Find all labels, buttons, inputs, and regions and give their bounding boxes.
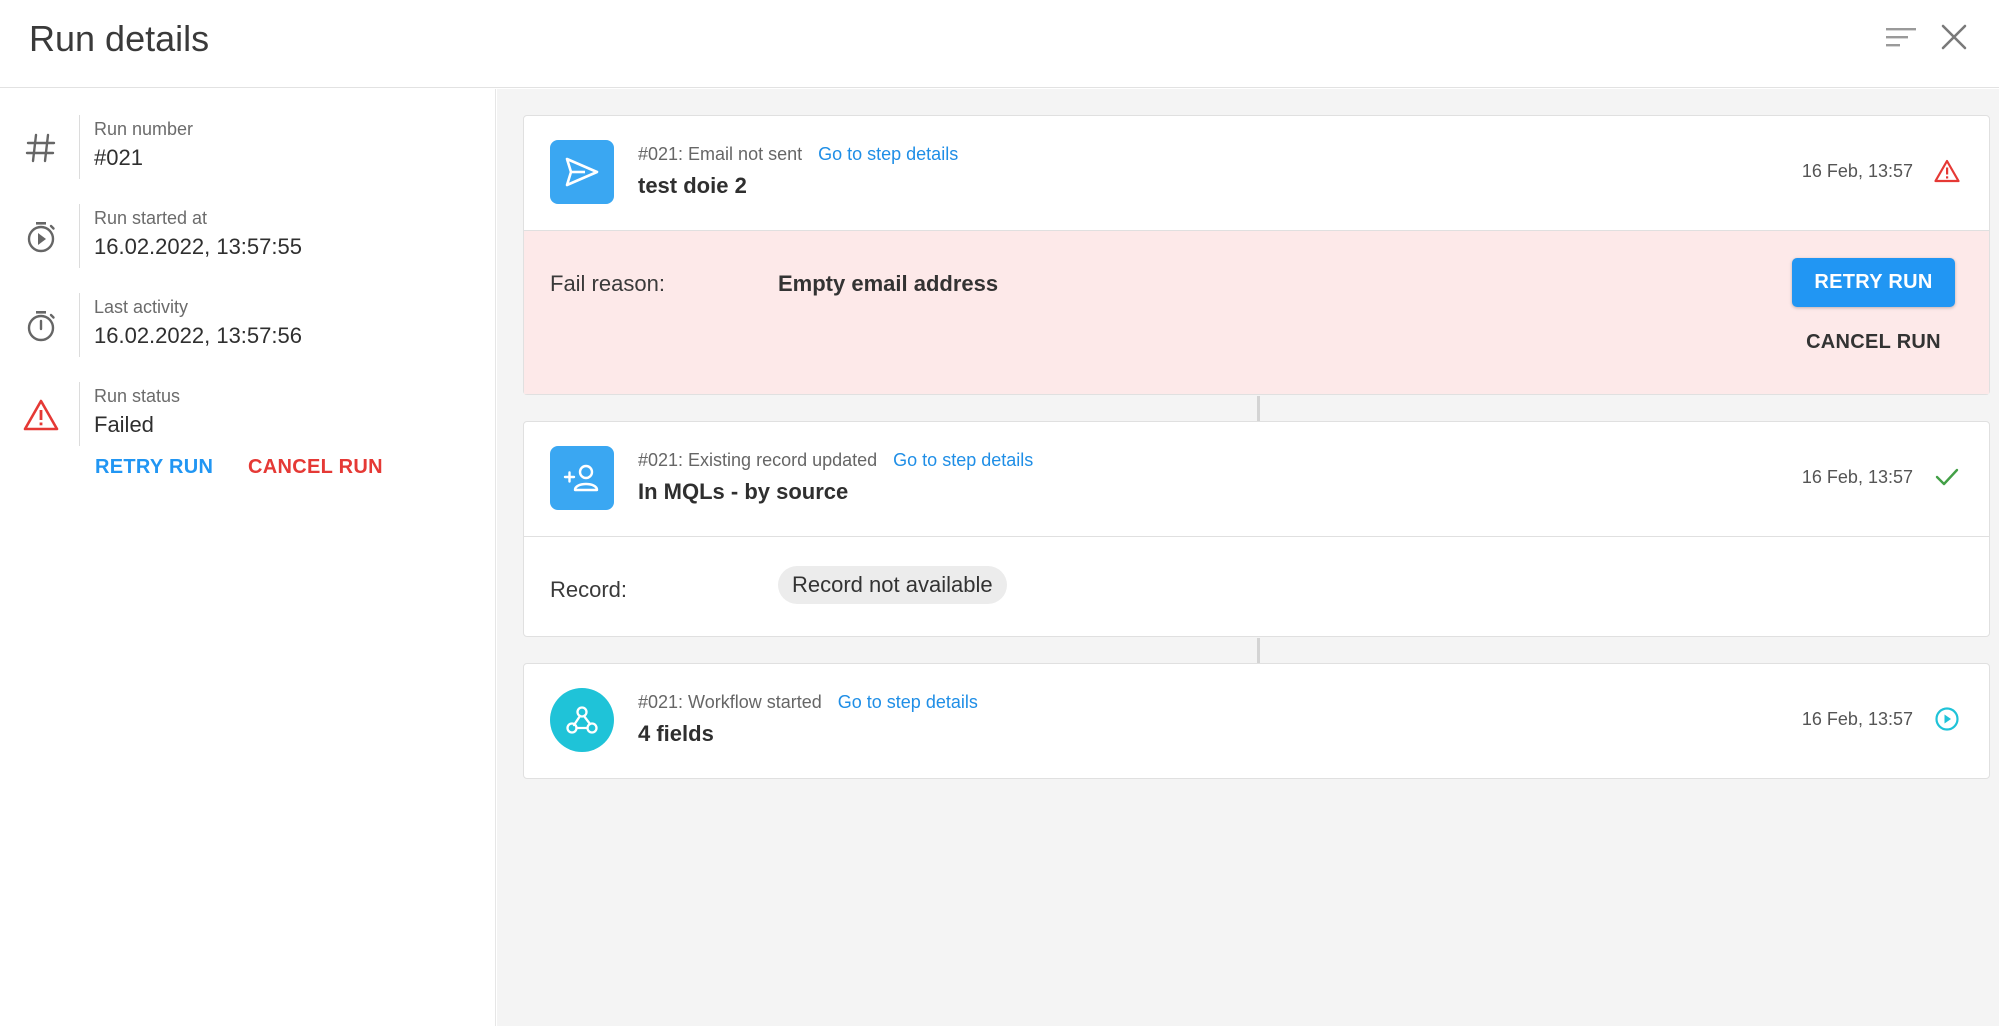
fail-reason-value: Empty email address: [778, 271, 999, 296]
separator: [79, 293, 80, 357]
run-info-panel: Run number #021 Run started at 16.02.202…: [0, 89, 496, 1026]
step-card-record-updated: #021: Existing record updated Go to step …: [523, 421, 1990, 637]
step-card-email: #021: Email not sent Go to step details t…: [523, 115, 1990, 395]
record-panel: Record: Record not available: [524, 537, 1989, 637]
step-time: 16 Feb, 13:57: [1801, 709, 1913, 729]
step-name: test doie 2: [638, 173, 747, 198]
timeline-connector: [1257, 638, 1260, 663]
fail-reason-panel: Fail reason: Empty email address RETRY R…: [524, 231, 1989, 394]
run-status-row: Run status Failed: [0, 382, 496, 448]
run-status-value: Failed: [94, 412, 154, 437]
step-subtitle: #021: Workflow started Go to step details: [638, 692, 978, 713]
record-label: Record:: [550, 577, 628, 602]
fail-reason-label: Fail reason:: [550, 271, 665, 296]
timer-play-icon: [22, 218, 60, 256]
last-activity-value: 16.02.2022, 13:57:56: [94, 323, 302, 348]
steps-timeline: #021: Email not sent Go to step details t…: [497, 89, 1999, 1026]
filter-button[interactable]: [1884, 22, 1920, 54]
step-header: #021: Existing record updated Go to step …: [524, 422, 1989, 536]
hash-icon: [22, 129, 60, 167]
go-to-step-details-link[interactable]: Go to step details: [838, 692, 978, 712]
timer-icon: [22, 307, 60, 345]
run-started-row: Run started at 16.02.2022, 13:57:55: [0, 204, 496, 270]
run-number-row: Run number #021: [0, 115, 496, 181]
step-card-workflow-started: #021: Workflow started Go to step details…: [523, 663, 1990, 779]
go-to-step-details-link[interactable]: Go to step details: [818, 144, 958, 164]
page-title: Run details: [29, 18, 210, 59]
person-add-icon: [550, 446, 614, 510]
timeline-connector: [1257, 396, 1260, 421]
webhook-icon: [550, 688, 614, 752]
step-name: In MQLs - by source: [638, 479, 849, 504]
run-status-label: Run status: [94, 386, 181, 406]
run-number-value: #021: [94, 145, 143, 170]
step-time: 16 Feb, 13:57: [1801, 467, 1913, 487]
play-circle-icon: [1933, 705, 1961, 733]
send-icon: [550, 140, 614, 204]
close-icon: [1941, 24, 1967, 50]
separator: [79, 382, 80, 446]
run-started-value: 16.02.2022, 13:57:55: [94, 234, 302, 259]
step-subtitle: #021: Email not sent Go to step details: [638, 144, 958, 165]
step-subtitle-text: #021: Workflow started: [638, 692, 822, 712]
cancel-run-link[interactable]: CANCEL RUN: [248, 456, 383, 479]
step-header: #021: Workflow started Go to step details…: [524, 664, 1989, 778]
panel-header: Run details: [0, 0, 1999, 88]
step-name: 4 fields: [638, 721, 714, 746]
step-subtitle-text: #021: Email not sent: [638, 144, 803, 164]
run-started-label: Run started at: [94, 208, 208, 228]
retry-run-button[interactable]: RETRY RUN: [1792, 258, 1955, 307]
step-header: #021: Email not sent Go to step details t…: [524, 116, 1989, 230]
separator: [79, 204, 80, 268]
close-button[interactable]: [1938, 20, 1970, 54]
warning-icon: [22, 396, 60, 434]
go-to-step-details-link[interactable]: Go to step details: [893, 450, 1033, 470]
step-subtitle-text: #021: Existing record updated: [638, 450, 878, 470]
separator: [79, 115, 80, 179]
last-activity-label: Last activity: [94, 297, 189, 317]
step-time: 16 Feb, 13:57: [1801, 161, 1913, 181]
step-subtitle: #021: Existing record updated Go to step …: [638, 450, 1033, 471]
record-chip: Record not available: [778, 566, 1007, 604]
retry-run-link[interactable]: RETRY RUN: [95, 456, 213, 479]
run-number-label: Run number: [94, 119, 194, 139]
warning-icon: [1933, 157, 1961, 185]
sort-lines-icon: [1886, 28, 1916, 47]
check-icon: [1933, 463, 1961, 491]
cancel-run-button[interactable]: CANCEL RUN: [1792, 331, 1955, 354]
last-activity-row: Last activity 16.02.2022, 13:57:56: [0, 293, 496, 359]
